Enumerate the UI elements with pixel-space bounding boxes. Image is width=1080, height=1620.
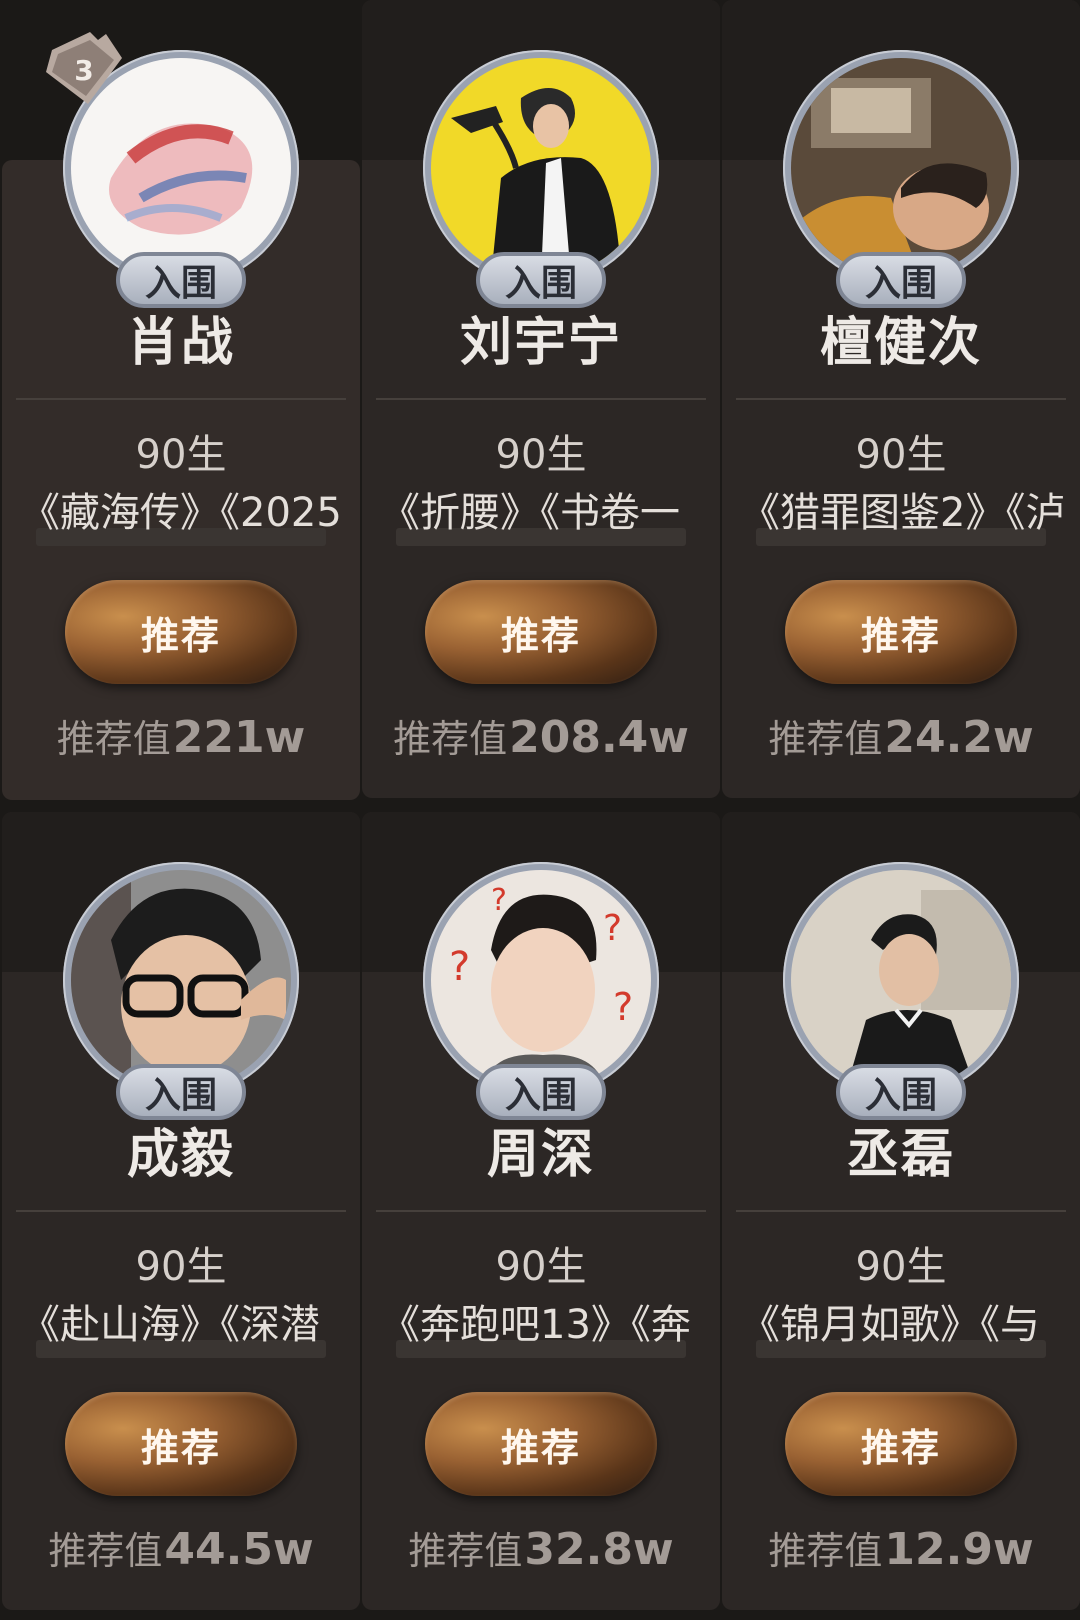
recommend-button[interactable]: 推荐 [65, 1392, 297, 1496]
recommend-value: 推荐值44.5w [2, 1520, 360, 1575]
candidate-card[interactable]: 入围 成毅 90生 《赴山海》《深潜 推荐 推荐值44.5w [2, 812, 360, 1610]
candidate-card[interactable]: 入围 丞磊 90生 《锦月如歌》《与 推荐 推荐值12.9w [722, 812, 1080, 1610]
candidate-name: 周深 [486, 1125, 595, 1185]
recommend-button[interactable]: 推荐 [785, 1392, 1017, 1496]
recommend-value-label: 推荐值 [408, 1529, 523, 1573]
avatar-photo-sleeping [791, 58, 1011, 278]
avatar[interactable]: 入围 [63, 862, 299, 1120]
birth-year: 90生 [495, 432, 587, 478]
recommend-value-label: 推荐值 [768, 1529, 883, 1573]
svg-text:?: ? [449, 944, 470, 990]
works-list: 《折腰》《书卷一 [380, 490, 680, 536]
rank-number: 3 [74, 54, 93, 87]
candidate-name: 丞磊 [846, 1125, 955, 1185]
candidate-name: 成毅 [126, 1125, 235, 1185]
recommend-value-number: 208.4w [509, 712, 689, 763]
candidate-name: 檀健次 [819, 313, 982, 373]
recommend-value-number: 221w [172, 712, 306, 763]
recommend-button[interactable]: 推荐 [785, 580, 1017, 684]
birth-year: 90生 [495, 1244, 587, 1290]
recommend-value: 推荐值24.2w [722, 708, 1080, 763]
recommend-value: 推荐值32.8w [362, 1520, 720, 1575]
divider [16, 1210, 346, 1212]
birth-year: 90生 [135, 1244, 227, 1290]
recommend-value-label: 推荐值 [768, 717, 883, 761]
candidate-card[interactable]: ? ? ? ? 入围 周深 90生 《奔跑吧13》《奔 推荐 推荐值32.8w [362, 812, 720, 1610]
works-list: 《赴山海》《深潜 [20, 1302, 320, 1348]
avatar-photo-question-marks: ? ? ? ? [431, 870, 651, 1090]
avatar-photo-yellow [431, 58, 651, 278]
recommend-value-label: 推荐值 [56, 717, 171, 761]
works-list: 《藏海传》《2025 [20, 490, 342, 536]
birth-year: 90生 [135, 432, 227, 478]
works-list: 《锦月如歌》《与 [740, 1302, 1040, 1348]
rank-badge-icon: 3 [46, 32, 122, 104]
avatar[interactable]: 入围 [783, 50, 1019, 308]
recommend-button[interactable]: 推荐 [65, 580, 297, 684]
birth-year: 90生 [855, 1244, 947, 1290]
avatar[interactable]: 入围 [423, 50, 659, 308]
divider [376, 1210, 706, 1212]
recommend-button[interactable]: 推荐 [425, 1392, 657, 1496]
svg-text:?: ? [613, 985, 633, 1029]
divider [16, 398, 346, 400]
avatar-photo-glasses [71, 870, 291, 1090]
recommend-value-number: 44.5w [164, 1524, 314, 1575]
svg-text:?: ? [491, 883, 507, 918]
recommend-value-number: 12.9w [884, 1524, 1034, 1575]
avatar[interactable]: ? ? ? ? 入围 [423, 862, 659, 1120]
candidate-card-frame: 入围 3 肖战 90生 《藏海传》《2025 推荐 推荐值221w [2, 0, 360, 800]
recommend-value-number: 32.8w [524, 1524, 674, 1575]
avatar[interactable]: 入围 [783, 862, 1019, 1120]
recommend-button[interactable]: 推荐 [425, 580, 657, 684]
avatar-photo-jacket [791, 870, 1011, 1090]
recommend-value-label: 推荐值 [48, 1529, 163, 1573]
svg-text:?: ? [603, 908, 622, 949]
birth-year: 90生 [855, 432, 947, 478]
works-list: 《奔跑吧13》《奔 [380, 1302, 691, 1348]
works-list: 《猎罪图鉴2》《泸 [740, 490, 1066, 536]
recommend-value: 推荐值208.4w [362, 708, 720, 763]
candidate-card[interactable]: 入围 刘宇宁 90生 《折腰》《书卷一 推荐 推荐值208.4w [362, 0, 720, 798]
candidate-name: 肖战 [126, 313, 235, 373]
divider [736, 398, 1066, 400]
recommend-value-number: 24.2w [884, 712, 1034, 763]
candidate-card[interactable]: 入围 檀健次 90生 《猎罪图鉴2》《泸 推荐 推荐值24.2w [722, 0, 1080, 798]
candidate-name: 刘宇宁 [459, 313, 622, 373]
recommend-value-label: 推荐值 [393, 717, 508, 761]
recommend-value: 推荐值221w [2, 708, 360, 763]
divider [376, 398, 706, 400]
divider [736, 1210, 1066, 1212]
recommend-value: 推荐值12.9w [722, 1520, 1080, 1575]
